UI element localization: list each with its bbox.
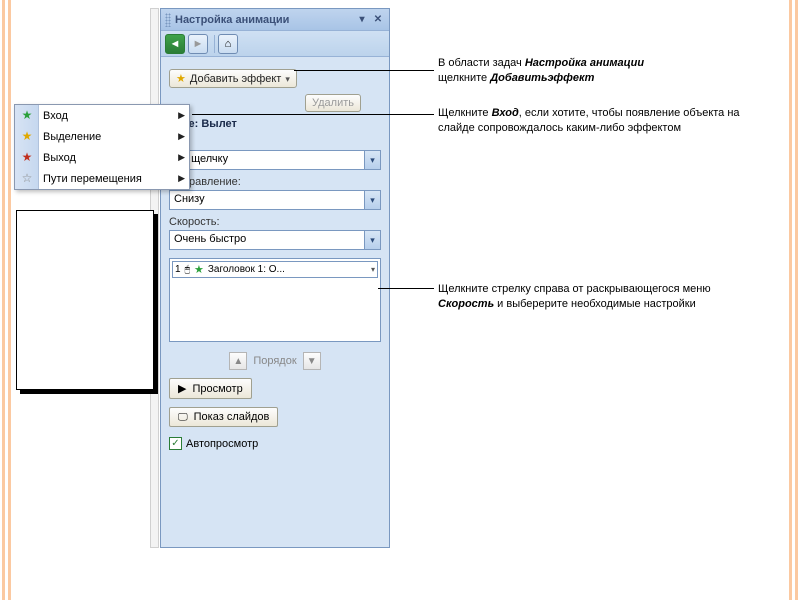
change-effect-title: ение: Вылет [169, 118, 381, 130]
chevron-right-icon: ▶ [178, 152, 185, 163]
speed-value: Очень быстро [170, 231, 364, 249]
nav-sep [214, 35, 215, 53]
callout-speed: Щелкните стрелку справа от раскрывающего… [438, 282, 758, 312]
slide-thumbnail[interactable] [16, 210, 154, 390]
grip-icon [165, 13, 171, 27]
chevron-right-icon: ▶ [178, 110, 185, 121]
anim-item-text: Заголовок 1: О... [208, 264, 285, 275]
leader-line [294, 70, 434, 71]
leader-line [378, 288, 434, 289]
menu-item-label: Пути перемещения [43, 173, 142, 185]
star-icon: ★ [194, 263, 204, 276]
menu-item-label: Вход [43, 110, 68, 122]
preview-button[interactable]: ▶ Просмотр [169, 378, 252, 399]
callout-text: Щелкните стрелку справа от раскрывающего… [438, 283, 711, 295]
autopreview-checkbox[interactable]: ✓ [169, 437, 182, 450]
pane-title: Настройка анимации [175, 14, 353, 26]
callout-text: Щелкните [438, 107, 492, 119]
callout-text: В области задач [438, 57, 525, 69]
chevron-right-icon: ▶ [178, 173, 185, 184]
callout-text-emph: Добавитьэффект [490, 72, 594, 84]
chevron-down-icon: ▾ [364, 231, 380, 249]
reorder-down-button[interactable]: ▼ [303, 352, 321, 370]
remove-effect-button[interactable]: Удалить [305, 94, 361, 112]
nav-home-button[interactable]: ⌂ [218, 34, 238, 54]
start-dropdown[interactable]: По щелчку ▾ [169, 150, 381, 170]
callout-text-emph: Настройка анимации [525, 57, 644, 69]
anim-item-number: 1 [175, 264, 181, 275]
reorder-up-button[interactable]: ▲ [229, 352, 247, 370]
decor-stripes-right [786, 0, 800, 600]
star-icon: ★ [19, 107, 35, 123]
callout-text: и выберерите необходимые настройки [494, 298, 696, 310]
leader-line [192, 114, 434, 115]
play-icon: ▶ [178, 382, 186, 395]
star-icon: ★ [19, 128, 35, 144]
direction-dropdown[interactable]: Снизу ▾ [169, 190, 381, 210]
menu-item-exit[interactable]: ★ Выход ▶ [15, 147, 189, 168]
order-label: Порядок [253, 355, 296, 367]
decor-stripes-left [0, 0, 14, 600]
slideshow-button[interactable]: 🖵 Показ слайдов [169, 407, 278, 427]
menu-item-entrance[interactable]: ★ Вход ▶ [15, 105, 189, 126]
menu-item-emphasis[interactable]: ★ Выделение ▶ [15, 126, 189, 147]
callout-add-effect: В области задач Настройка анимации щелкн… [438, 56, 758, 86]
nav-forward-button[interactable]: ► [188, 34, 208, 54]
animation-task-pane: Настройка анимации ▾ ✕ ◄ ► ⌂ ★ Добавить … [160, 8, 390, 548]
star-icon: ☆ [19, 170, 35, 186]
animation-list[interactable]: 1 ★ Заголовок 1: О... ▾ [169, 258, 381, 342]
callout-entrance: Щелкните Вход, если хотите, чтобы появле… [438, 106, 758, 136]
start-label: ло: [169, 136, 381, 148]
start-value: По щелчку [170, 151, 364, 169]
add-effect-button[interactable]: ★ Добавить эффект [169, 69, 297, 88]
star-icon: ★ [176, 72, 186, 85]
remove-label: Удалить [312, 97, 354, 109]
autopreview-label: Автопросмотр [186, 438, 258, 450]
chevron-down-icon: ▾ [371, 265, 375, 274]
pane-close-button[interactable]: ✕ [371, 13, 385, 27]
callout-text-emph: Скорость [438, 298, 494, 310]
chevron-right-icon: ▶ [178, 131, 185, 142]
slideshow-label: Показ слайдов [194, 411, 270, 423]
callout-text-emph: Вход [492, 107, 519, 119]
slideshow-icon: 🖵 [178, 412, 188, 423]
chevron-down-icon: ▾ [364, 151, 380, 169]
reorder-row: ▲ Порядок ▼ [169, 352, 381, 370]
menu-item-label: Выделение [43, 131, 101, 143]
preview-label: Просмотр [192, 383, 242, 395]
menu-item-label: Выход [43, 152, 76, 164]
autopreview-row[interactable]: ✓ Автопросмотр [169, 437, 381, 450]
speed-label: Скорость: [169, 216, 381, 228]
speed-dropdown[interactable]: Очень быстро ▾ [169, 230, 381, 250]
animation-list-item[interactable]: 1 ★ Заголовок 1: О... ▾ [172, 261, 378, 278]
direction-label: Направление: [169, 176, 381, 188]
pane-titlebar[interactable]: Настройка анимации ▾ ✕ [161, 9, 389, 31]
add-effect-popup-menu: ★ Вход ▶ ★ Выделение ▶ ★ Выход ▶ ☆ Пути … [14, 104, 190, 190]
chevron-down-icon [285, 73, 290, 85]
pane-menu-button[interactable]: ▾ [355, 13, 369, 27]
star-icon: ★ [19, 149, 35, 165]
direction-value: Снизу [170, 191, 364, 209]
callout-text: щелкните [438, 72, 490, 84]
pane-nav-row: ◄ ► ⌂ [161, 31, 389, 57]
nav-back-button[interactable]: ◄ [165, 34, 185, 54]
chevron-down-icon: ▾ [364, 191, 380, 209]
add-effect-label: Добавить эффект [190, 73, 281, 85]
menu-item-motion-path[interactable]: ☆ Пути перемещения ▶ [15, 168, 189, 189]
mouse-icon [185, 264, 190, 275]
